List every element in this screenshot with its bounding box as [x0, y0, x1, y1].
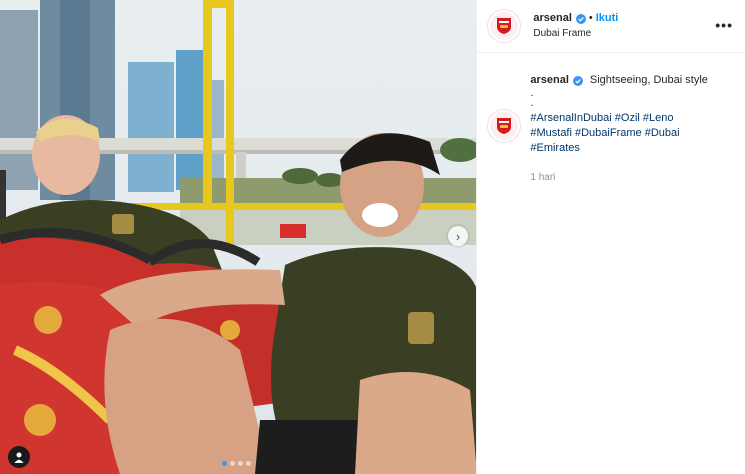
hashtag-link[interactable]: #ArsenalInDubai	[530, 112, 611, 124]
caption-section: arsenal Sightseeing, Dubai style . . #Ar…	[477, 53, 745, 185]
location-link[interactable]: Dubai Frame	[533, 26, 618, 41]
carousel-indicator	[222, 461, 251, 466]
hashtag-link[interactable]: #DubaiFrame	[575, 127, 642, 139]
hashtag-list: #ArsenalInDubai #Ozil #Leno #Mustafi #Du…	[530, 111, 695, 156]
photo-illustration	[0, 0, 477, 474]
caption-text: Sightseeing, Dubai style	[589, 74, 708, 86]
user-tag-icon	[14, 452, 24, 463]
hashtag-link[interactable]: #Emirates	[530, 142, 580, 154]
hashtag-link[interactable]: #Mustafi	[530, 127, 572, 139]
carousel-dot	[230, 461, 235, 466]
post-photo[interactable]: ›	[0, 0, 477, 474]
post-timestamp[interactable]: 1 hari	[530, 170, 735, 185]
caption-dot: .	[530, 87, 534, 99]
arsenal-crest-icon	[490, 12, 519, 40]
caption-avatar[interactable]	[487, 109, 522, 143]
carousel-dot	[222, 461, 227, 466]
hashtag-link[interactable]: #Dubai	[645, 127, 680, 139]
user-tag-button[interactable]	[8, 446, 30, 468]
hashtag-link[interactable]: #Ozil	[615, 112, 640, 124]
verified-badge-icon	[575, 13, 586, 24]
carousel-dot	[238, 461, 243, 466]
follow-button[interactable]: Ikuti	[596, 11, 619, 26]
profile-avatar[interactable]	[487, 9, 522, 43]
caption-username-link[interactable]: arsenal	[530, 73, 569, 88]
post-side-panel: arsenal • Ikuti Dubai Frame ••• arsenal …	[476, 0, 745, 474]
verified-badge-icon	[572, 75, 583, 86]
caption-dot: .	[530, 97, 534, 109]
chevron-right-icon: ›	[455, 228, 461, 244]
more-options-button[interactable]: •••	[715, 17, 733, 33]
separator-dot: •	[588, 12, 593, 24]
username-link[interactable]: arsenal	[533, 11, 572, 26]
post-header: arsenal • Ikuti Dubai Frame •••	[477, 0, 745, 53]
instagram-post: › arsenal • Ikuti Dubai Frame ••• arsena…	[0, 0, 745, 474]
carousel-dot	[246, 461, 251, 466]
hashtag-link[interactable]: #Leno	[643, 112, 674, 124]
arsenal-crest-icon	[490, 112, 519, 140]
next-photo-button[interactable]: ›	[448, 226, 468, 246]
